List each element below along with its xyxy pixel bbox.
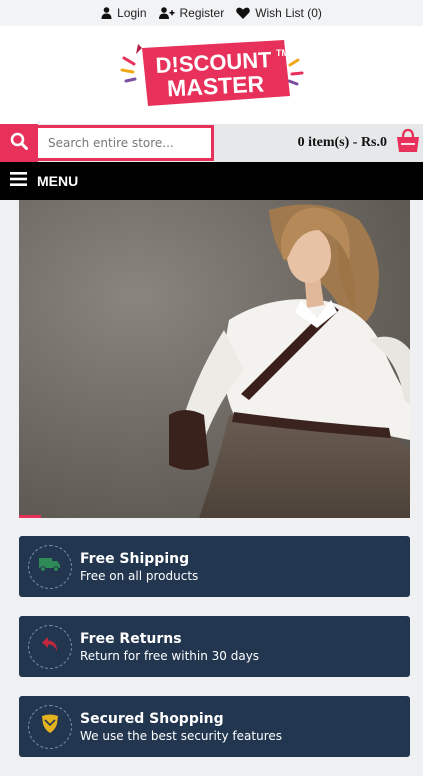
feature-subtitle: Return for free within 30 days	[80, 648, 260, 663]
feature-icon-circle	[28, 544, 72, 589]
hero-image	[19, 200, 410, 518]
user-plus-icon	[158, 7, 175, 19]
feature-free-shipping[interactable]: Free Shipping Free on all products	[19, 536, 410, 597]
register-link[interactable]: Register	[158, 6, 225, 20]
truck-icon	[39, 556, 61, 577]
menu-label: MENU	[37, 173, 79, 189]
wishlist-link[interactable]: Wish List (0)	[236, 6, 322, 20]
hamburger-icon	[10, 171, 27, 191]
shield-icon	[41, 714, 59, 739]
feature-subtitle: Free on all products	[80, 568, 199, 583]
login-link[interactable]: Login	[101, 6, 147, 20]
cart-summary: 0 item(s) - Rs.0	[297, 135, 387, 150]
cart-button[interactable]: 0 item(s) - Rs.0	[298, 124, 423, 162]
search-input[interactable]	[38, 125, 214, 161]
feature-text: Secured Shopping We use the best securit…	[80, 710, 282, 744]
feature-icon-circle	[28, 624, 72, 669]
feature-title: Secured Shopping	[80, 710, 224, 727]
search-button[interactable]	[0, 124, 38, 162]
feature-icon-circle	[28, 704, 72, 749]
slider-indicator[interactable]	[19, 515, 41, 518]
feature-secured-shopping[interactable]: Secured Shopping We use the best securit…	[19, 696, 410, 757]
feature-text: Free Shipping Free on all products	[80, 550, 198, 584]
shopping-bag-icon	[395, 128, 421, 159]
menu-toggle[interactable]: MENU	[0, 162, 423, 200]
site-logo[interactable]: D!SCOUNT MASTER TM	[114, 34, 310, 117]
return-arrow-icon	[41, 635, 59, 658]
feature-title: Free Shipping	[80, 550, 190, 567]
logo-tm: TM	[276, 48, 289, 58]
hero-banner[interactable]	[19, 200, 410, 518]
wishlist-label: Wish List (0)	[255, 6, 322, 20]
feature-title: Free Returns	[80, 630, 182, 647]
user-icon	[101, 7, 112, 19]
register-label: Register	[179, 6, 225, 20]
feature-free-returns[interactable]: Free Returns Return for free within 30 d…	[19, 616, 410, 677]
top-links-bar: Login Register Wish List (0)	[0, 0, 423, 26]
header: D!SCOUNT MASTER TM	[0, 26, 423, 124]
feature-subtitle: We use the best security features	[80, 728, 282, 743]
logo-line2: MASTER	[166, 70, 265, 101]
feature-text: Free Returns Return for free within 30 d…	[80, 630, 259, 664]
login-label: Login	[117, 6, 147, 20]
heart-icon	[236, 7, 250, 19]
search-cart-bar: 0 item(s) - Rs.0	[0, 124, 423, 162]
search-icon	[10, 132, 28, 155]
